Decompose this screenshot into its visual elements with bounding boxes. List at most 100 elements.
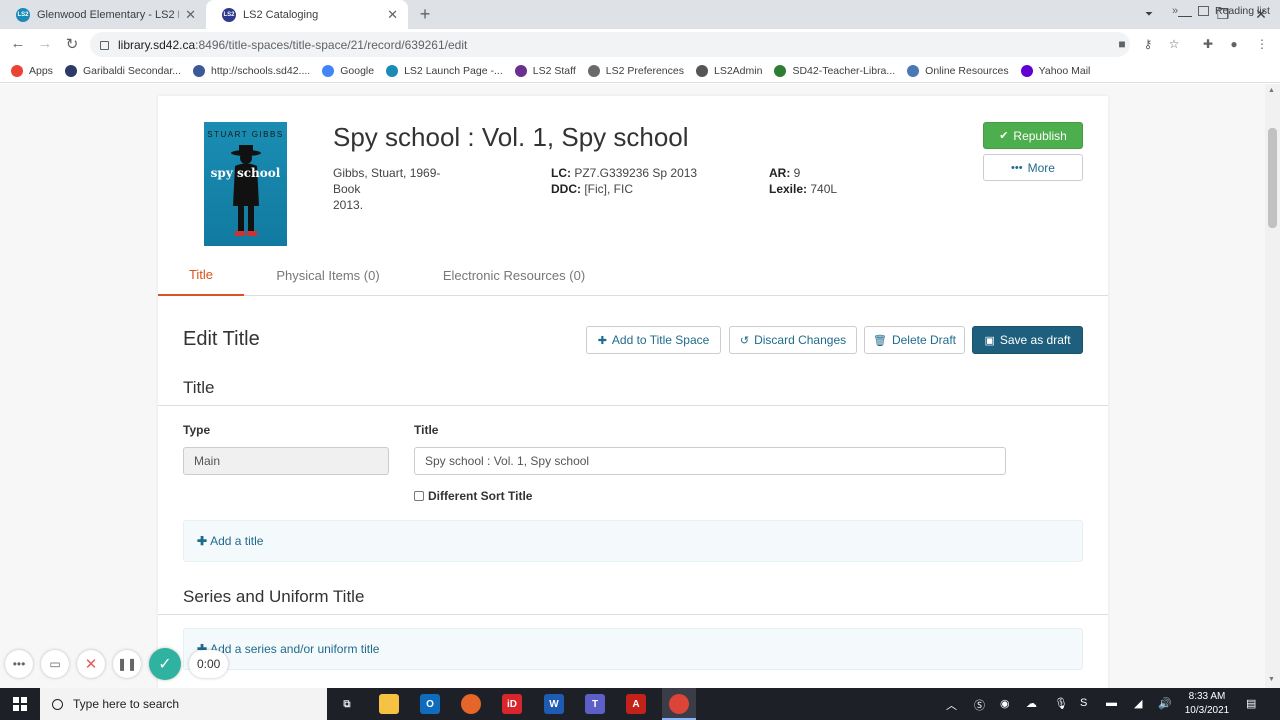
title-field[interactable]: Spy school : Vol. 1, Spy school (414, 447, 1006, 475)
back-icon[interactable]: ← (8, 35, 28, 52)
tray-overflow-icon[interactable]: ︿ (946, 697, 957, 713)
bookmark-item[interactable]: Yahoo Mail (1020, 64, 1090, 77)
different-sort-title-option[interactable]: Different Sort Title (414, 489, 532, 503)
page-viewport: STUART GIBBS spy school Spy school : Vol… (0, 84, 1280, 688)
page-scrollbar[interactable]: ▲ ▼ (1265, 84, 1280, 688)
address-bar[interactable]: library.sd42.ca :8496/title-spaces/title… (90, 32, 1130, 57)
chrome-taskbar-button[interactable] (662, 688, 696, 720)
trash-icon: 🗑 (873, 334, 887, 347)
taskbar-search[interactable]: Type here to search (40, 688, 327, 720)
different-sort-title-checkbox[interactable] (414, 491, 424, 501)
bookmark-favicon-icon (1020, 64, 1033, 77)
bookmark-favicon-icon (514, 64, 527, 77)
taskbar-clock[interactable]: 8:33 AM 10/3/2021 (1182, 690, 1232, 718)
recorder-finish-icon[interactable]: ✓ (149, 648, 181, 680)
type-label: Type (183, 423, 211, 437)
bookmark-item[interactable]: LS2 Preferences (587, 64, 684, 77)
bookmark-favicon-icon (386, 64, 399, 77)
app-s-icon[interactable]: S (1080, 697, 1087, 709)
ar-value: 9 (793, 166, 801, 180)
more-button[interactable]: ••• More (983, 154, 1083, 181)
discard-changes-button[interactable]: ↺ Discard Changes (729, 326, 857, 354)
recorder-webcam-icon[interactable]: ▭ (41, 650, 69, 678)
windows-start-icon[interactable] (13, 697, 27, 711)
onedrive-icon[interactable]: ☁ (1026, 697, 1037, 710)
bookmark-item[interactable]: Google (322, 64, 374, 77)
teams-icon[interactable]: T (585, 694, 605, 714)
wifi-icon[interactable]: ◢ (1134, 697, 1142, 710)
reading-list-button[interactable]: Reading list (1198, 5, 1270, 17)
task-view-icon[interactable]: ⧉ (337, 694, 357, 714)
title-field-label: Title (414, 423, 439, 437)
cover-title-text: spy school (210, 166, 281, 180)
extensions-icon[interactable]: ✚ (1200, 37, 1216, 51)
screen-recorder-controls: ••• ▭ ✕ ❚❚ ✓ 0:00 (5, 648, 229, 680)
bookmark-label: Apps (29, 64, 53, 77)
divider (158, 614, 1108, 615)
bookmark-item[interactable]: Online Resources (907, 64, 1009, 77)
bookmark-item[interactable]: LS2 Staff (514, 64, 576, 77)
record-author-block: Gibbs, Stuart, 1969- Book 2013. (333, 165, 440, 213)
acrobat-icon[interactable]: A (626, 694, 646, 714)
firefox-icon[interactable] (461, 694, 481, 714)
bookmark-favicon-icon (193, 64, 205, 77)
key-icon[interactable]: ⚷ (1140, 37, 1156, 51)
scroll-up-icon[interactable]: ▲ (1268, 87, 1275, 94)
file-explorer-icon[interactable] (379, 694, 399, 714)
scrollbar-thumb[interactable] (1268, 128, 1277, 228)
ls2-favicon-icon: LS2 (222, 7, 236, 22)
add-title-button[interactable]: ✚ Add a title (183, 520, 1083, 562)
republish-button[interactable]: ✔ Republish (983, 122, 1083, 149)
record-year: 2013. (333, 198, 364, 212)
tab-physical-items[interactable]: Physical Items (0) (258, 254, 398, 296)
lexile-value: 740L (810, 182, 838, 196)
close-icon[interactable]: ✕ (387, 7, 398, 23)
edit-title-heading: Edit Title (183, 328, 260, 350)
bookmark-item[interactable]: LS2Admin (695, 64, 762, 77)
chrome-tray-icon[interactable]: ◉ (1000, 697, 1010, 710)
camera-blocked-icon[interactable]: ■ (1114, 37, 1130, 51)
volume-icon[interactable]: 🔊 (1158, 697, 1172, 710)
profile-menu-icon[interactable]: ⏷ (1130, 0, 1168, 29)
bookmark-item[interactable]: Apps (11, 64, 53, 77)
delete-draft-button[interactable]: 🗑 Delete Draft (864, 326, 965, 354)
new-tab-button[interactable]: + (415, 4, 435, 24)
save-as-draft-button[interactable]: ▣ Save as draft (972, 326, 1083, 354)
tab-electronic-resources[interactable]: Electronic Resources (0) (428, 254, 600, 296)
clock-time: 8:33 AM (1188, 691, 1226, 702)
tab-title[interactable]: Title (158, 254, 244, 296)
bookmark-favicon-icon (907, 64, 920, 77)
microphone-icon[interactable]: 🎙 (1054, 697, 1068, 710)
undo-icon: ↺ (739, 334, 750, 347)
notifications-icon[interactable]: ▤ (1246, 697, 1256, 710)
scroll-down-icon[interactable]: ▼ (1268, 676, 1275, 683)
bookmark-item[interactable]: Garibaldi Secondar... (64, 64, 181, 77)
bookmark-item[interactable]: SD42-Teacher-Libra... (774, 64, 895, 77)
type-field[interactable]: Main (183, 447, 389, 475)
reload-icon[interactable]: ↻ (62, 35, 82, 53)
recorder-menu-icon[interactable]: ••• (5, 650, 33, 678)
recorder-cancel-icon[interactable]: ✕ (77, 650, 105, 678)
bookmark-item[interactable]: http://schools.sd42.... (193, 64, 310, 77)
add-series-button[interactable]: ✚ Add a series and/or uniform title (183, 628, 1083, 670)
bookmark-star-icon[interactable]: ☆ (1166, 37, 1182, 51)
add-to-title-space-button[interactable]: ✚ Add to Title Space (586, 326, 721, 354)
chrome-menu-icon[interactable]: ⋮ (1254, 37, 1270, 51)
bookmark-label: Online Resources (925, 64, 1009, 77)
add-series-label: Add a series and/or uniform title (210, 642, 380, 656)
profile-avatar-icon[interactable]: ● (1226, 37, 1242, 51)
word-icon[interactable]: W (544, 694, 564, 714)
id-app-icon[interactable]: iD (502, 694, 522, 714)
battery-icon[interactable]: ▬ (1106, 697, 1117, 709)
bookmarks-overflow-icon[interactable]: » (1172, 5, 1178, 17)
skype-icon[interactable]: Ⓢ (974, 697, 985, 713)
plus-icon: ✚ (197, 534, 208, 548)
tab-glenwood-pac[interactable]: LS2 Glenwood Elementary - LS2 PAC ✕ (0, 0, 206, 29)
outlook-icon[interactable]: O (420, 694, 440, 714)
close-icon[interactable]: ✕ (185, 7, 196, 23)
tab-ls2-cataloging[interactable]: LS2 LS2 Cataloging ✕ (206, 0, 408, 29)
bookmark-item[interactable]: LS2 Launch Page -... (386, 64, 503, 77)
forward-icon[interactable]: → (35, 35, 55, 52)
recorder-pause-icon[interactable]: ❚❚ (113, 650, 141, 678)
delete-draft-label: Delete Draft (891, 333, 956, 347)
